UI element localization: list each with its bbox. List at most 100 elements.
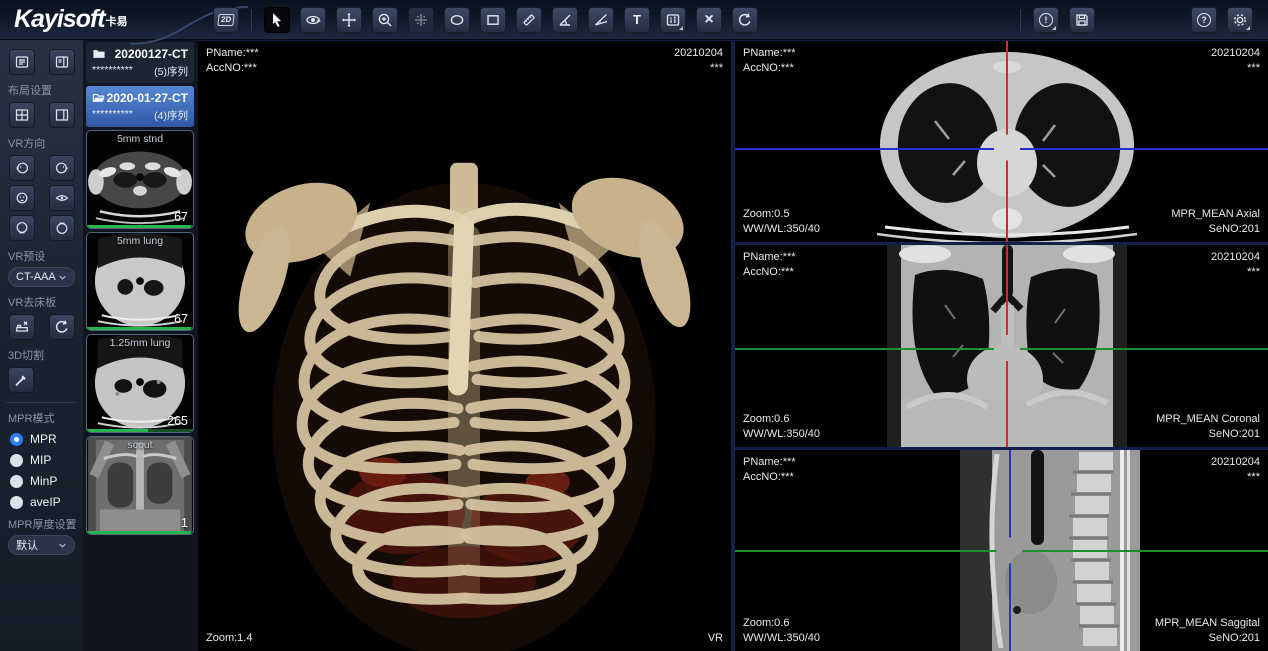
series-thumbnail-scout[interactable]: scout 1 [86, 436, 194, 535]
viewport-vr-3d[interactable]: PName:***AccNO:*** 20210204*** Zoom:1.4 … [198, 41, 731, 651]
cut-3d-label: 3D切割 [8, 347, 83, 363]
head-left-icon [14, 160, 30, 176]
study-date-overlay: 20210204*** [674, 46, 723, 76]
remove-bed-button[interactable] [9, 314, 35, 340]
cursor-icon [269, 12, 285, 28]
series-thumbnail-5mm-stnd[interactable]: 5mm stnd 67 [86, 130, 194, 229]
vr-orient-posterior-button[interactable] [49, 185, 75, 211]
thumbnail-label: 5mm lung [87, 235, 193, 247]
gear-icon [1232, 12, 1248, 28]
save-floppy-icon [1074, 12, 1090, 28]
vr-reset-button[interactable] [49, 314, 75, 340]
crosshair-horizontal-green[interactable] [735, 348, 1268, 350]
patient-info-overlay: PName:***AccNO:*** [743, 250, 796, 280]
mpr-mode-radio-aveip[interactable]: aveIP [10, 495, 83, 509]
cut-3d-knife-button[interactable] [8, 367, 34, 393]
vr-orient-right-button[interactable] [49, 155, 75, 181]
thumbnail-label: scout [87, 439, 193, 451]
radio-label: MIP [30, 453, 51, 467]
thumbnail-image-count: 265 [167, 414, 188, 428]
crosshair-vertical-red[interactable] [1006, 245, 1008, 447]
crosshair-horizontal-green[interactable] [735, 550, 1268, 552]
reset-tool-button[interactable] [732, 7, 758, 33]
study-date-overlay: 20210204*** [1211, 250, 1260, 280]
text-annotation-tool-button[interactable]: T [624, 7, 650, 33]
study-series-count: (5)序列 [154, 64, 188, 79]
crosshair-vertical-blue[interactable] [1009, 450, 1011, 651]
crosshair-icon [413, 12, 429, 28]
pointer-tool-button[interactable] [264, 7, 290, 33]
cobb-angle-tool-button[interactable] [588, 7, 614, 33]
study-item-1[interactable]: 20200127-CT ********** (5)序列 [86, 42, 194, 83]
crosshair-vertical-red[interactable] [1006, 41, 1008, 242]
image-annotation-tool-button[interactable] [660, 7, 686, 33]
patient-info-overlay: PName:***AccNO:*** [743, 455, 796, 485]
thumbnail-progress-bar [87, 327, 191, 330]
ruler-icon [521, 12, 537, 28]
left-sidebar: 布局设置 VR方向 VR预设 CT-AAA [0, 40, 83, 651]
ruler-tool-button[interactable] [516, 7, 542, 33]
delete-annotation-tool-button[interactable]: × [696, 7, 722, 33]
vr-bed-removal-label: VR去床板 [8, 294, 83, 310]
help-icon: ? [1197, 13, 1211, 27]
toolbar-separator [251, 9, 252, 31]
vr-orient-anterior-button[interactable] [9, 185, 35, 211]
zoom-window-overlay: Zoom:0.6WW/WL:350/40 [743, 616, 820, 646]
mpr-mode-radio-minp[interactable]: MinP [10, 474, 83, 488]
rect-roi-tool-button[interactable] [480, 7, 506, 33]
render-mode-overlay: VR [708, 631, 723, 646]
info-icon: ! [1039, 13, 1053, 27]
ellipse-roi-tool-button[interactable] [444, 7, 470, 33]
viewport-mpr-coronal[interactable]: PName:***AccNO:*** 20210204*** Zoom:0.6W… [735, 245, 1268, 447]
vr-preset-select[interactable]: CT-AAA [8, 267, 75, 287]
settings-button[interactable] [1227, 7, 1253, 33]
help-button[interactable]: ? [1191, 7, 1217, 33]
mpr-mode-label: MPR模式 [8, 410, 83, 426]
mpr-thickness-select[interactable]: 默认 [8, 535, 75, 555]
angle-tool-button[interactable] [552, 7, 578, 33]
zoom-in-tool-button[interactable] [372, 7, 398, 33]
radio-label: MinP [30, 474, 57, 488]
layout-grid-2x2-button[interactable] [9, 102, 35, 128]
radio-selected-icon [10, 433, 23, 446]
localizer-crosshair-tool-button[interactable] [408, 7, 434, 33]
viewport-mpr-axial[interactable]: PName:***AccNO:*** 20210204*** Zoom:0.5W… [735, 41, 1268, 242]
layout-main-right-button[interactable] [49, 102, 75, 128]
study-item-2-selected[interactable]: 2020-01-27-CT ********** (4)序列 [86, 86, 194, 127]
radio-icon [10, 475, 23, 488]
vr-orient-head-button[interactable] [9, 215, 35, 241]
layout-2d-button[interactable]: 2D [213, 7, 239, 33]
save-button[interactable] [1069, 7, 1095, 33]
chevron-down-icon [58, 541, 67, 550]
zoom-window-overlay: Zoom:0.6WW/WL:350/40 [743, 412, 820, 442]
series-panel-toggle-button[interactable] [9, 49, 35, 75]
info-button[interactable]: ! [1033, 7, 1059, 33]
vr-preset-label: VR预设 [8, 248, 83, 264]
mpr-mode-radio-mip[interactable]: MIP [10, 453, 83, 467]
mpr-thickness-label: MPR厚度设置 [8, 516, 83, 532]
reset-rotate-icon [54, 319, 70, 335]
angle-icon [557, 12, 573, 28]
series-thumbnail-5mm-lung[interactable]: 5mm lung 67 [86, 232, 194, 331]
folder-closed-icon [92, 48, 106, 60]
rotate-3d-tool-button[interactable] [300, 7, 326, 33]
zoom-overlay: Zoom:1.4 [206, 631, 252, 646]
crosshair-horizontal-blue[interactable] [735, 148, 1268, 150]
report-panel-toggle-button[interactable] [49, 49, 75, 75]
vr-orient-feet-button[interactable] [49, 215, 75, 241]
study-date-overlay: 20210204*** [1211, 455, 1260, 485]
rotate-3d-icon [305, 12, 321, 28]
vr-orient-left-button[interactable] [9, 155, 35, 181]
pan-tool-button[interactable] [336, 7, 362, 33]
pan-icon [341, 12, 357, 28]
app-logo: Kayisoft卡易 [0, 5, 208, 34]
series-mode-overlay: MPR_MEAN CoronalSeNO:201 [1156, 412, 1260, 442]
patient-info-overlay: PName:***AccNO:*** [206, 46, 259, 76]
viewport-mpr-sagittal[interactable]: PName:***AccNO:*** 20210204*** Zoom:0.6W… [735, 450, 1268, 651]
mpr-mode-radio-mpr[interactable]: MPR [10, 432, 83, 446]
zoom-in-icon [377, 12, 393, 28]
list-panel-icon [14, 54, 30, 70]
study-title: 2020-01-27-CT [107, 91, 188, 105]
toolbar-tools: 2D T [208, 7, 763, 33]
series-thumbnail-125mm-lung[interactable]: 1.25mm lung 265 [86, 334, 194, 433]
